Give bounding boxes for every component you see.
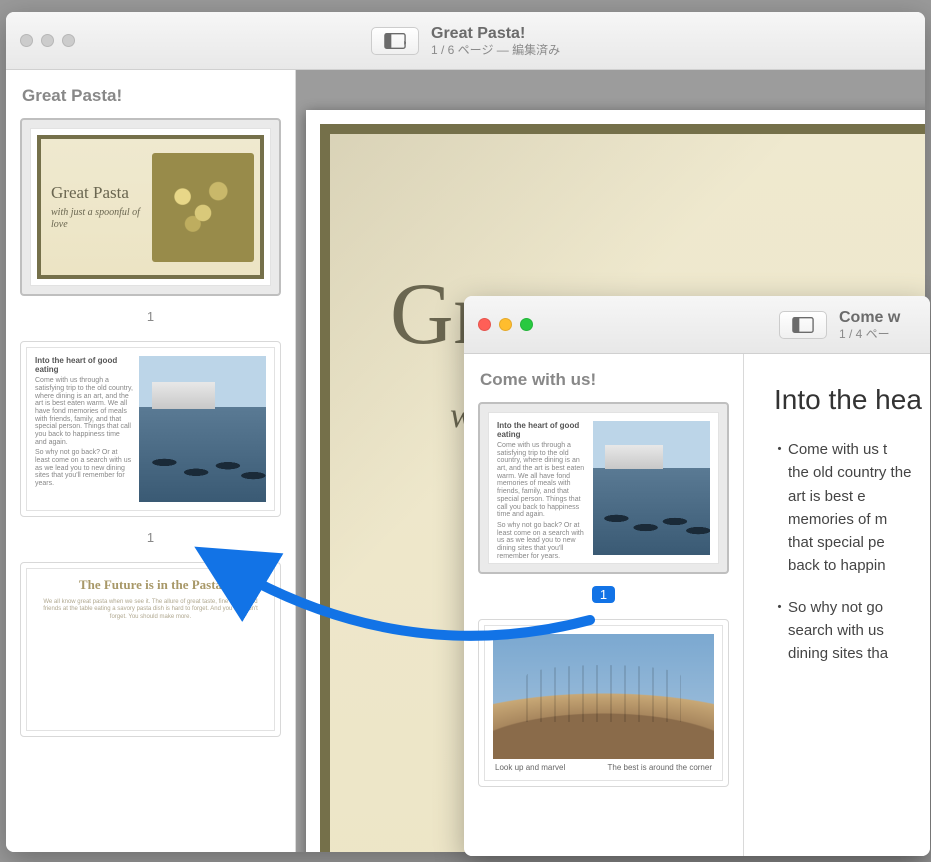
document-subtitle: 1 / 6 ページ ― 編集済み (431, 43, 560, 57)
page-thumbnails-sidebar[interactable]: Come with us! Into the heart of good eat… (464, 354, 744, 856)
thumb-subtitle: with just a spoonful of love (51, 207, 152, 231)
thumb-body: Come with us through a satisfying trip t… (35, 377, 133, 446)
thumb-heading: Into the heart of good eating (497, 421, 587, 439)
close-icon[interactable] (20, 34, 33, 47)
view-mode-button[interactable] (779, 311, 827, 339)
minimize-icon[interactable] (41, 34, 54, 47)
list-item[interactable]: Come with us t the old country the art i… (774, 438, 912, 578)
page-thumbnail-3[interactable]: The Future is in the Pasta We all know g… (20, 562, 281, 737)
caption-right: The best is around the corner (607, 763, 712, 772)
colosseum-image (493, 634, 714, 760)
titlebar[interactable]: Great Pasta! 1 / 6 ページ ― 編集済み (6, 12, 925, 70)
window-come-with-us: Come w 1 / 4 ペー Come with us! Into the h… (464, 296, 930, 856)
page-thumbnail-1[interactable]: Great Pasta with just a spoonful of love (20, 118, 281, 296)
window-controls (20, 34, 75, 47)
document-subtitle: 1 / 4 ペー (839, 327, 900, 341)
thumb-heading: Into the heart of good eating (35, 356, 133, 374)
sidebar-title: Come with us! (464, 364, 743, 402)
thumb-title: Great Pasta (51, 183, 129, 202)
page-thumbnail-1[interactable]: Into the heart of good eating Come with … (478, 402, 729, 574)
caption-left: Look up and marvel (495, 763, 565, 772)
thumb-body: Come with us through a satisfying trip t… (497, 442, 587, 519)
sidebar-title: Great Pasta! (6, 80, 295, 118)
titlebar[interactable]: Come w 1 / 4 ペー (464, 296, 930, 354)
thumb-body: So why not go back? Or at least come on … (35, 449, 133, 487)
sidebar-layout-icon (792, 316, 814, 334)
sidebar-layout-icon (384, 32, 406, 50)
page-thumbnail-2[interactable]: Into the heart of good eating Come with … (20, 341, 281, 516)
page-number: 1 (592, 586, 615, 603)
zoom-icon[interactable] (520, 318, 533, 331)
thumb-heading: The Future is in the Pasta (35, 577, 266, 593)
content-heading[interactable]: Into the hea (774, 384, 912, 416)
bullet-list: Come with us t the old country the art i… (774, 438, 912, 665)
venice-image (593, 421, 710, 555)
close-icon[interactable] (478, 318, 491, 331)
document-title: Great Pasta! (431, 24, 560, 43)
list-item[interactable]: So why not go search with us dining site… (774, 596, 912, 666)
page-number: 1 (139, 308, 162, 325)
document-title: Come w (839, 308, 900, 327)
page-thumbnail-2[interactable]: Look up and marvel The best is around th… (478, 619, 729, 788)
document-content[interactable]: Into the hea Come with us t the old coun… (744, 354, 930, 856)
thumb-body: We all know great pasta when we see it. … (35, 599, 266, 622)
minimize-icon[interactable] (499, 318, 512, 331)
venice-image (139, 356, 266, 501)
thumb-body: So why not go back? Or at least come on … (497, 522, 587, 560)
zoom-icon[interactable] (62, 34, 75, 47)
window-controls (478, 318, 533, 331)
title-block: Great Pasta! 1 / 6 ページ ― 編集済み (431, 24, 560, 58)
view-mode-button[interactable] (371, 27, 419, 55)
pasta-image (152, 153, 254, 262)
page-thumbnails-sidebar[interactable]: Great Pasta! Great Pasta with just a spo… (6, 70, 296, 852)
title-block: Come w 1 / 4 ペー (839, 308, 900, 342)
page-number: 1 (139, 529, 162, 546)
